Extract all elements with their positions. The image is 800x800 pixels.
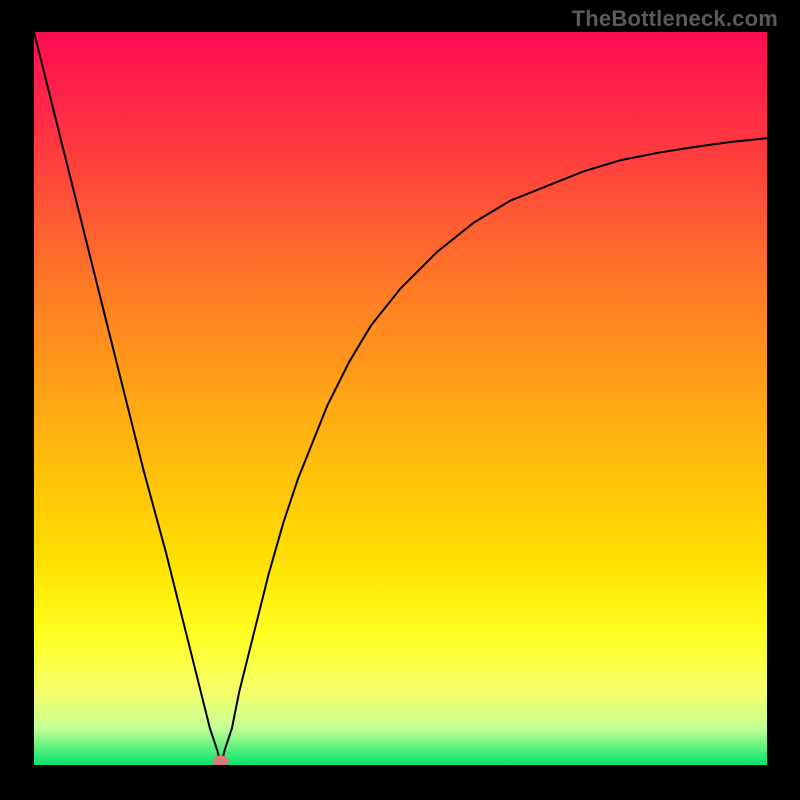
watermark-label: TheBottleneck.com bbox=[572, 6, 778, 32]
bottleneck-chart bbox=[34, 32, 767, 765]
plot-area bbox=[34, 32, 767, 765]
chart-frame: TheBottleneck.com bbox=[0, 0, 800, 800]
gradient-background bbox=[34, 32, 767, 765]
